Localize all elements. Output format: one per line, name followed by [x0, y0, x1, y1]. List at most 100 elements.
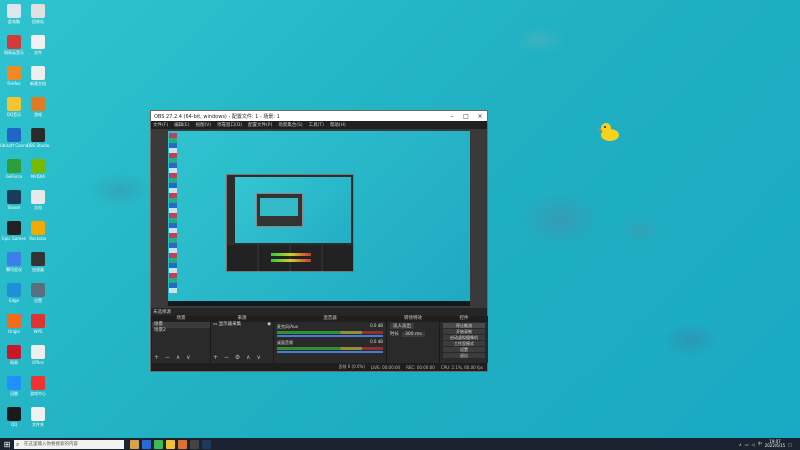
live-timer: LIVE: 00:00:00	[370, 364, 401, 370]
scenes-dock: 场景 场景 场景2 + − ∧ ∨	[151, 316, 210, 363]
menu-tools[interactable]: 工具(T)	[309, 122, 324, 128]
desktop-icon[interactable]: 文件夹	[24, 407, 52, 427]
minimize-button[interactable]: –	[445, 113, 459, 120]
app-icon	[7, 4, 21, 18]
sources-footer-controls[interactable]: + − ⚙ ∧ ∨	[213, 354, 263, 361]
menu-scene-collection[interactable]: 场景集合(S)	[278, 122, 302, 128]
taskbar-app-icon[interactable]	[202, 439, 211, 449]
desktop-icon[interactable]: 新建文档	[24, 66, 52, 86]
app-icon	[31, 407, 45, 421]
obs-window[interactable]: OBS 27.2.4 (64-bit, windows) - 配置文件: 1 -…	[150, 110, 488, 372]
taskbar-app-icon[interactable]	[154, 439, 163, 449]
desktop-icon-label: 文件夹	[32, 422, 44, 427]
notification-icon[interactable]: ▢	[788, 442, 792, 447]
taskbar-search-box[interactable]: ⌕ 在这里输入你要搜索的内容	[14, 439, 124, 449]
menu-file[interactable]: 文件(F)	[153, 122, 168, 128]
app-icon	[7, 97, 21, 111]
app-icon	[31, 4, 45, 18]
obs-menubar: 文件(F) 编辑(E) 视图(V) 停靠窗口(D) 配置文件(P) 场景集合(S…	[151, 121, 487, 129]
desktop-icon[interactable]: 文档	[24, 190, 52, 210]
desktop-icon[interactable]: 游戏中心	[24, 376, 52, 396]
desktop-icon[interactable]: WPS	[24, 314, 52, 334]
nested-obs-window	[256, 193, 303, 227]
source-item[interactable]: ▭ 显示器采集 ◉	[211, 322, 273, 328]
windows-taskbar: ⊞ ⌕ 在这里输入你要搜索的内容 ∧ ▭ ◁ 中 19:07 2022/6/15…	[0, 438, 800, 450]
volume-slider[interactable]	[277, 335, 383, 337]
desktop-icon[interactable]: 游戏	[24, 97, 52, 117]
menu-docks[interactable]: 停靠窗口(D)	[217, 122, 242, 128]
mixer-channel-level: 0.0 dB	[370, 323, 383, 328]
taskbar-clock[interactable]: 19:07 2022/6/15	[765, 439, 786, 449]
desktop-icon-label: Office	[32, 360, 44, 365]
taskbar-app-icon[interactable]	[178, 439, 187, 449]
app-icon	[7, 190, 21, 204]
close-button[interactable]: ×	[473, 113, 487, 120]
desktop-icon-label: 设置	[34, 298, 42, 303]
menu-profile[interactable]: 配置文件(P)	[248, 122, 272, 128]
dropped-frames: 丢帧 0 (0.0%)	[338, 364, 365, 369]
mixer-channel-name: 桌面音频	[277, 340, 293, 345]
desktop-icon[interactable]: 回收站	[24, 4, 52, 24]
start-recording-button[interactable]: 开始录制	[443, 329, 485, 334]
duration-label: 时长	[390, 332, 399, 337]
virtual-camera-button[interactable]: 启动虚拟摄像机	[443, 335, 485, 340]
app-icon	[7, 159, 21, 173]
stop-streaming-button[interactable]: 停止推流	[443, 323, 485, 328]
desktop-icon[interactable]: OBS Studio	[24, 128, 52, 148]
preview-taskbar	[168, 301, 470, 306]
desktop-icon[interactable]: NVIDIA	[24, 159, 52, 179]
app-icon	[31, 190, 45, 204]
input-method-indicator[interactable]: 中	[758, 441, 762, 447]
app-icon	[7, 128, 21, 142]
nested-obs-docks	[227, 245, 353, 271]
obs-preview[interactable]	[151, 129, 487, 308]
system-tray: ∧ ▭ ◁ 中 19:07 2022/6/15 ▢	[739, 439, 800, 449]
mixer-channel: 桌面音频 0.0 dB	[274, 338, 386, 354]
menu-view[interactable]: 视图(V)	[195, 122, 211, 128]
transition-select[interactable]: 淡入淡出	[390, 323, 414, 329]
tray-chevron-icon[interactable]: ∧	[739, 442, 742, 447]
taskbar-app-icon[interactable]	[166, 439, 175, 449]
desktop-icon[interactable]: 文件	[24, 35, 52, 55]
app-icon	[31, 159, 45, 173]
scenes-footer-controls[interactable]: + − ∧ ∨	[154, 354, 193, 361]
mixer-channel: 麦克风/Aux 0.0 dB	[274, 322, 386, 338]
app-icon	[31, 376, 45, 390]
app-icon	[7, 407, 21, 421]
desktop-icon[interactable]: 设置	[24, 283, 52, 303]
desktop-icon[interactable]: 加速器	[24, 252, 52, 272]
scene-item[interactable]: 场景2	[152, 328, 210, 334]
obs-titlebar[interactable]: OBS 27.2.4 (64-bit, windows) - 配置文件: 1 -…	[151, 111, 487, 121]
mixer-channel-level: 0.0 dB	[370, 339, 383, 344]
menu-help[interactable]: 帮助(H)	[330, 122, 346, 128]
controls-header: 控件	[440, 316, 488, 322]
taskbar-app-icon[interactable]	[142, 439, 151, 449]
app-icon	[31, 345, 45, 359]
desktop-icon[interactable]: Office	[24, 345, 52, 365]
desktop-icon[interactable]: Rockstar	[24, 221, 52, 241]
volume-icon[interactable]: ◁	[752, 442, 755, 447]
menu-edit[interactable]: 编辑(E)	[174, 122, 189, 128]
controls-dock: 控件 停止推流 开始录制 启动虚拟摄像机 工作室模式 设置 退出	[439, 316, 488, 363]
studio-mode-button[interactable]: 工作室模式	[443, 341, 485, 346]
maximize-button[interactable]: □	[459, 113, 473, 120]
taskbar-pinned-apps	[130, 439, 211, 449]
app-icon	[31, 35, 45, 49]
settings-button[interactable]: 设置	[443, 347, 485, 352]
duration-input[interactable]: 300 ms	[402, 331, 425, 337]
volume-slider[interactable]	[277, 351, 383, 353]
obs-status-bar: 丢帧 0 (0.0%) LIVE: 00:00:00 REC: 00:00:00…	[151, 363, 487, 371]
network-icon[interactable]: ▭	[745, 442, 749, 447]
exit-button[interactable]: 退出	[443, 353, 485, 358]
app-icon	[31, 283, 45, 297]
app-icon	[7, 376, 21, 390]
taskbar-app-icon[interactable]	[190, 439, 199, 449]
start-windows-icon[interactable]: ⊞	[0, 440, 14, 449]
search-placeholder: 在这里输入你要搜索的内容	[24, 441, 78, 447]
taskbar-app-icon[interactable]	[130, 439, 139, 449]
sources-dock: 来源 ▭ 显示器采集 ◉ + − ⚙ ∧ ∨	[210, 316, 273, 363]
obs-window-title: OBS 27.2.4 (64-bit, windows) - 配置文件: 1 -…	[154, 113, 280, 120]
desktop-icon-label: OBS Studio	[26, 143, 50, 148]
app-icon	[7, 66, 21, 80]
preview-desktop-capture	[168, 131, 470, 306]
